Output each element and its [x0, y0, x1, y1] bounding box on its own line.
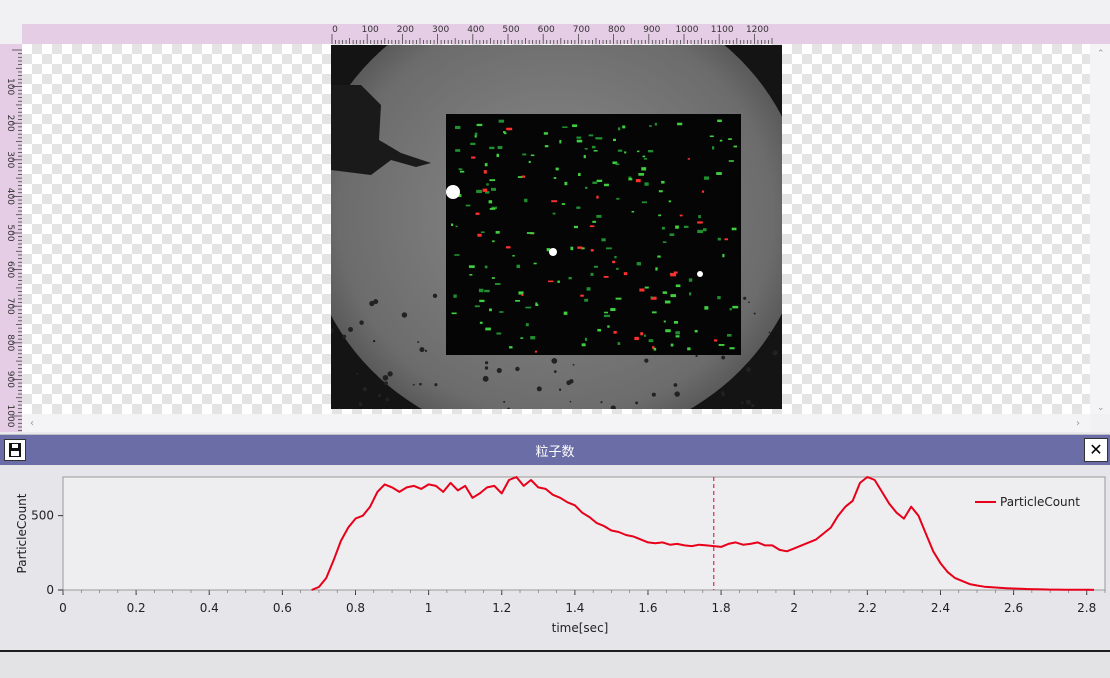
x-tick-label: 1.4: [565, 601, 584, 615]
ruler-left-label: 300: [5, 151, 15, 168]
x-tick-label: 0.4: [200, 601, 219, 615]
ruler-left-label: 200: [5, 115, 15, 132]
x-tick-label: 1.6: [638, 601, 657, 615]
panel-title: 粒子数: [535, 445, 575, 460]
scroll-left-arrow-icon: ‹: [30, 418, 34, 429]
x-tick-label: 2.2: [858, 601, 877, 615]
ruler-top-label: 900: [643, 25, 660, 35]
ruler-top-label: 1000: [676, 25, 699, 35]
ruler-left-label: 700: [5, 298, 15, 315]
ruler-left-label: 900: [5, 371, 15, 388]
y-axis-label: ParticleCount: [15, 493, 29, 573]
ruler-top-label: 1100: [711, 25, 734, 35]
vertical-scrollbar[interactable]: ⌃ ⌄: [1090, 44, 1110, 414]
x-tick-label: 1.8: [712, 601, 731, 615]
scroll-up-arrow-icon: ⌃: [1097, 49, 1105, 59]
x-tick-label: 0: [59, 601, 67, 615]
ruler-left-label: 400: [5, 188, 15, 205]
x-tick-label: 0.8: [346, 601, 365, 615]
ruler-top-label: 100: [362, 25, 379, 35]
x-tick-label: 1.2: [492, 601, 511, 615]
image-viewer: 0 100 200 300 400 500 600 700 800 900 1000 1100 1200…: [0, 0, 1110, 435]
x-axis-label: time[sec]: [552, 621, 609, 635]
ruler-top-label: 0: [332, 25, 338, 35]
ruler-top-label: 300: [432, 25, 449, 35]
status-bar: [0, 650, 1110, 678]
x-tick-label: 2.8: [1077, 601, 1096, 615]
x-tick-label: 2.6: [1004, 601, 1023, 615]
ruler-top-label: 700: [573, 25, 590, 35]
ruler-left-label: 500: [5, 224, 15, 241]
ruler-left-label: 600: [5, 261, 15, 278]
ruler-top-label: 400: [467, 25, 484, 35]
particle-image: [331, 45, 782, 409]
x-tick-label: 0.2: [127, 601, 146, 615]
ruler-left-label: 1000: [5, 405, 15, 428]
x-tick-label: 0.6: [273, 601, 292, 615]
x-tick-label: 2: [790, 601, 798, 615]
ruler-top: 0 100 200 300 400 500 600 700 800 900 1000 1100 1200: [22, 24, 1110, 44]
ruler-left-label: 800: [5, 334, 15, 351]
horizontal-scrollbar[interactable]: ‹ ›: [22, 414, 1090, 432]
particle-count-panel: 粒子数 ✕ 0 0.2 0.4 0.6 0.8 1 1.2 1.4 1.6 1.8 2 2.2 2.4 2…: [0, 434, 1110, 651]
ruler-left-label: 100: [5, 78, 15, 95]
ruler-top-label: 600: [538, 25, 555, 35]
particle-count-chart: 0 0.2 0.4 0.6 0.8 1 1.2 1.4 1.6 1.8 2 2.2 2.4 2.6 2.8 0…: [15, 476, 1106, 635]
ruler-top-label: 1200: [746, 25, 769, 35]
close-icon[interactable]: ✕: [1084, 438, 1108, 462]
scroll-right-arrow-icon: ›: [1076, 418, 1080, 429]
ruler-left: 100 200 300 400 500 600 700 800 900 1000: [0, 44, 22, 435]
y-tick-label: 0: [46, 583, 54, 597]
x-tick-label: 2.4: [931, 601, 950, 615]
ruler-top-label: 200: [397, 25, 414, 35]
x-tick-label: 1: [425, 601, 433, 615]
ruler-top-label: 500: [502, 25, 519, 35]
analysis-region: [446, 114, 741, 355]
scroll-down-arrow-icon: ⌄: [1097, 403, 1105, 413]
legend-label: ParticleCount: [1000, 495, 1080, 509]
panel-header: 粒子数 ✕: [0, 435, 1110, 465]
y-tick-label: 500: [31, 509, 54, 523]
ruler-top-label: 800: [608, 25, 625, 35]
